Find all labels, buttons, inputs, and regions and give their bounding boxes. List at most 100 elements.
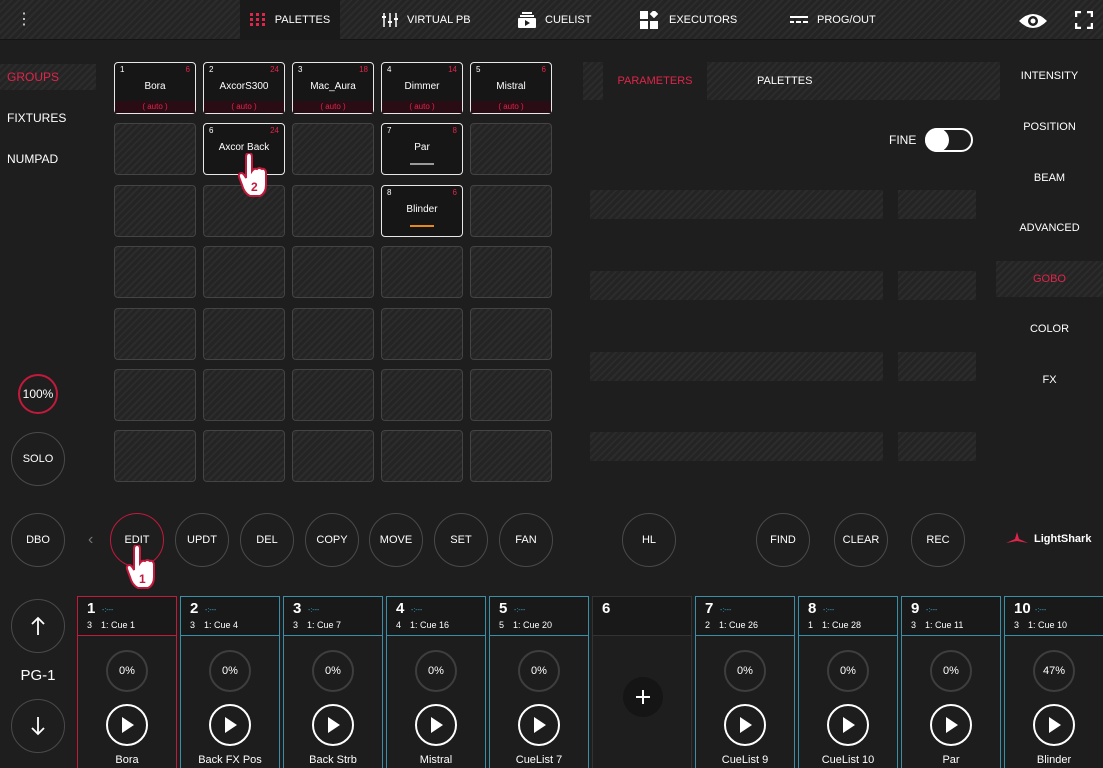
nav-beam[interactable]: BEAM (996, 160, 1103, 196)
executor-2[interactable]: 2 -:--- 3 1: Cue 4 0% Back FX Pos (180, 596, 280, 768)
fine-toggle[interactable] (925, 128, 973, 152)
executor-level-knob[interactable]: 0% (827, 650, 869, 692)
empty-group-slot[interactable] (203, 246, 285, 298)
group-tile[interactable]: 2 24 AxcorS300 ( auto ) (203, 62, 285, 114)
add-executor-button[interactable] (623, 677, 663, 717)
empty-group-slot[interactable] (292, 185, 374, 237)
empty-group-slot[interactable] (114, 185, 196, 237)
page-down-button[interactable] (11, 699, 65, 753)
nav-position[interactable]: POSITION (996, 109, 1103, 145)
empty-group-slot[interactable] (381, 430, 463, 482)
empty-group-slot[interactable] (381, 308, 463, 360)
empty-group-slot[interactable] (292, 246, 374, 298)
executor-play-button[interactable] (1033, 704, 1075, 746)
nav-fx[interactable]: FX (996, 362, 1103, 398)
page-up-button[interactable] (11, 599, 65, 653)
empty-group-slot[interactable] (203, 308, 285, 360)
executor-level-knob[interactable]: 0% (930, 650, 972, 692)
copy-button[interactable]: COPY (305, 513, 359, 567)
executor-name: Par (942, 754, 960, 766)
find-button[interactable]: FIND (756, 513, 810, 567)
executor-play-button[interactable] (827, 704, 869, 746)
executor-5[interactable]: 5 -:--- 5 1: Cue 20 0% CueList 7 (489, 596, 589, 768)
solo-button[interactable]: SOLO (11, 432, 65, 486)
executor-level-knob[interactable]: 0% (312, 650, 354, 692)
group-tile[interactable]: 1 6 Bora ( auto ) (114, 62, 196, 114)
del-button[interactable]: DEL (240, 513, 294, 567)
empty-group-slot[interactable] (292, 123, 374, 175)
group-tile[interactable]: 4 14 Dimmer ( auto ) (381, 62, 463, 114)
executor-level-knob[interactable]: 0% (518, 650, 560, 692)
tab-prog-out[interactable]: PROG/OUT (790, 0, 876, 40)
empty-group-slot[interactable] (470, 308, 552, 360)
hl-button[interactable]: HL (622, 513, 676, 567)
tab-virtual-pb[interactable]: VIRTUAL PB (382, 0, 471, 40)
tab-palettes[interactable]: PALETTES (240, 0, 340, 40)
empty-group-slot[interactable] (381, 369, 463, 421)
empty-group-slot[interactable] (292, 308, 374, 360)
empty-group-slot[interactable] (292, 369, 374, 421)
executor-play-button[interactable] (930, 704, 972, 746)
executor-10[interactable]: 10 -:--- 3 1: Cue 10 47% Blinder (1004, 596, 1103, 768)
executor-9[interactable]: 9 -:--- 3 1: Cue 11 0% Par (901, 596, 1001, 768)
empty-group-slot[interactable] (203, 430, 285, 482)
empty-group-slot[interactable] (203, 369, 285, 421)
empty-group-slot[interactable] (470, 369, 552, 421)
set-button[interactable]: SET (434, 513, 488, 567)
empty-group-slot[interactable] (381, 246, 463, 298)
group-tile[interactable]: 8 6 Blinder (381, 185, 463, 237)
move-button[interactable]: MOVE (369, 513, 423, 567)
group-tile[interactable]: 3 18 Mac_Aura ( auto ) (292, 62, 374, 114)
empty-group-slot[interactable] (114, 308, 196, 360)
nav-numpad[interactable]: NUMPAD (0, 146, 96, 172)
tab-parameters[interactable]: PARAMETERS (603, 62, 707, 100)
nav-groups[interactable]: GROUPS (0, 64, 96, 90)
nav-fixtures[interactable]: FIXTURES (0, 105, 96, 131)
empty-group-slot[interactable] (114, 430, 196, 482)
empty-group-slot[interactable] (470, 185, 552, 237)
executor-level-knob[interactable]: 47% (1033, 650, 1075, 692)
executor-3[interactable]: 3 -:--- 3 1: Cue 7 0% Back Strb (283, 596, 383, 768)
empty-group-slot[interactable] (470, 430, 552, 482)
executor-1[interactable]: 1 -:--- 3 1: Cue 1 0% Bora (77, 596, 177, 768)
nav-intensity[interactable]: INTENSITY (996, 58, 1103, 94)
eye-icon[interactable] (1018, 12, 1048, 35)
empty-group-slot[interactable] (470, 123, 552, 175)
executor-play-button[interactable] (106, 704, 148, 746)
dbo-button[interactable]: DBO (11, 513, 65, 567)
tab-executors[interactable]: EXECUTORS (640, 0, 737, 40)
tab-cuelist[interactable]: CUELIST (518, 0, 591, 40)
executor-play-button[interactable] (209, 704, 251, 746)
empty-group-slot[interactable] (114, 123, 196, 175)
executor-play-button[interactable] (518, 704, 560, 746)
nav-color[interactable]: COLOR (996, 311, 1103, 347)
executor-8[interactable]: 8 -:--- 1 1: Cue 28 0% CueList 10 (798, 596, 898, 768)
fullscreen-icon[interactable] (1074, 10, 1094, 34)
executor-play-button[interactable] (724, 704, 766, 746)
executor-7[interactable]: 7 -:--- 2 1: Cue 26 0% CueList 9 (695, 596, 795, 768)
empty-group-slot[interactable] (292, 430, 374, 482)
executor-level-knob[interactable]: 0% (209, 650, 251, 692)
executor-4[interactable]: 4 -:--- 4 1: Cue 16 0% Mistral (386, 596, 486, 768)
master-level-knob[interactable]: 100% (18, 374, 58, 414)
group-tile[interactable]: 5 6 Mistral ( auto ) (470, 62, 552, 114)
executor-play-button[interactable] (415, 704, 457, 746)
tab-param-palettes[interactable]: PALETTES (707, 62, 1000, 100)
chevron-left-icon[interactable]: ‹ (88, 531, 93, 549)
fan-button[interactable]: FAN (499, 513, 553, 567)
rec-button[interactable]: REC (911, 513, 965, 567)
executor-level-knob[interactable]: 0% (415, 650, 457, 692)
clear-button[interactable]: CLEAR (834, 513, 888, 567)
nav-advanced[interactable]: ADVANCED (996, 210, 1103, 246)
kebab-menu-icon[interactable]: ⋮ (16, 12, 32, 28)
empty-group-slot[interactable] (114, 369, 196, 421)
executor-level-knob[interactable]: 0% (724, 650, 766, 692)
executor-6[interactable]: 6 (592, 596, 692, 768)
executor-play-button[interactable] (312, 704, 354, 746)
updt-button[interactable]: UPDT (175, 513, 229, 567)
group-tile[interactable]: 7 8 Par (381, 123, 463, 175)
empty-group-slot[interactable] (470, 246, 552, 298)
empty-group-slot[interactable] (114, 246, 196, 298)
executor-level-knob[interactable]: 0% (106, 650, 148, 692)
nav-gobo[interactable]: GOBO (996, 261, 1103, 297)
